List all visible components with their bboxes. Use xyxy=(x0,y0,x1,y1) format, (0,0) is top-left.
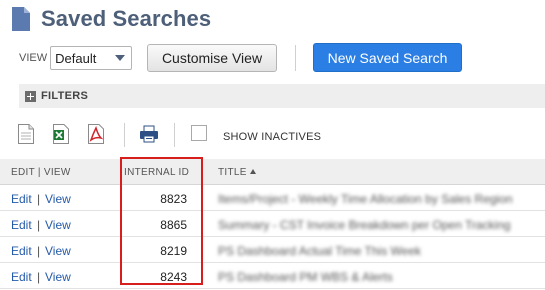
toolbar-divider xyxy=(124,123,125,147)
link-separator: | xyxy=(37,192,41,206)
link-separator: | xyxy=(37,244,41,258)
page-header: Saved Searches xyxy=(12,4,211,34)
table-row: Edit | View 8823 Items/Project - Weekly … xyxy=(0,185,545,211)
view-select[interactable]: Default xyxy=(50,46,133,70)
view-link[interactable]: View xyxy=(45,192,71,206)
toolbar-divider xyxy=(174,123,175,147)
sort-ascending-icon xyxy=(249,169,256,174)
export-excel-icon[interactable] xyxy=(53,124,69,144)
view-label: VIEW xyxy=(19,52,48,64)
export-csv-icon[interactable] xyxy=(18,124,34,144)
edit-link[interactable]: Edit xyxy=(11,218,32,232)
page-title: Saved Searches xyxy=(41,6,212,31)
column-header-edit-view[interactable]: EDIT | VIEW xyxy=(11,167,71,178)
view-select-value: Default xyxy=(55,50,97,66)
column-header-title-label: TITLE xyxy=(218,167,247,178)
title-cell: Items/Project - Weekly Time Allocation b… xyxy=(218,192,513,206)
edit-link[interactable]: Edit xyxy=(11,192,32,206)
table-row: Edit | View 8243 PS Dashboard PM WBS & A… xyxy=(0,263,545,289)
table-header: EDIT | VIEW INTERNAL ID TITLE xyxy=(0,159,545,185)
show-inactives-label: SHOW INACTIVES xyxy=(223,131,322,143)
view-link[interactable]: View xyxy=(45,218,71,232)
document-icon xyxy=(12,7,30,31)
show-inactives-checkbox[interactable] xyxy=(191,125,207,141)
view-link[interactable]: View xyxy=(45,270,71,284)
chevron-down-icon xyxy=(115,55,126,61)
expand-plus-icon[interactable] xyxy=(25,90,36,102)
title-cell: Summary - CST Invoice Breakdown per Open… xyxy=(218,218,511,232)
edit-link[interactable]: Edit xyxy=(11,270,32,284)
table-row: Edit | View 8219 PS Dashboard Actual Tim… xyxy=(0,237,545,263)
filters-label: FILTERS xyxy=(41,90,89,102)
filters-bar[interactable]: FILTERS xyxy=(19,84,545,108)
column-header-title[interactable]: TITLE xyxy=(218,167,256,178)
internal-id-highlight-box xyxy=(120,157,203,285)
divider xyxy=(295,45,296,71)
export-pdf-icon[interactable] xyxy=(88,124,104,144)
customise-view-button[interactable]: Customise View xyxy=(147,44,277,72)
table-row: Edit | View 8865 Summary - CST Invoice B… xyxy=(0,211,545,237)
view-selector-row: VIEW Default xyxy=(19,44,133,72)
link-separator: | xyxy=(37,270,41,284)
title-cell: PS Dashboard Actual Time This Week xyxy=(218,244,421,258)
new-saved-search-button[interactable]: New Saved Search xyxy=(313,43,462,72)
print-icon[interactable] xyxy=(139,124,159,144)
title-cell: PS Dashboard PM WBS & Alerts xyxy=(218,270,393,284)
view-link[interactable]: View xyxy=(45,244,71,258)
edit-link[interactable]: Edit xyxy=(11,244,32,258)
link-separator: | xyxy=(37,218,41,232)
toolbar: SHOW INACTIVES xyxy=(0,117,545,151)
